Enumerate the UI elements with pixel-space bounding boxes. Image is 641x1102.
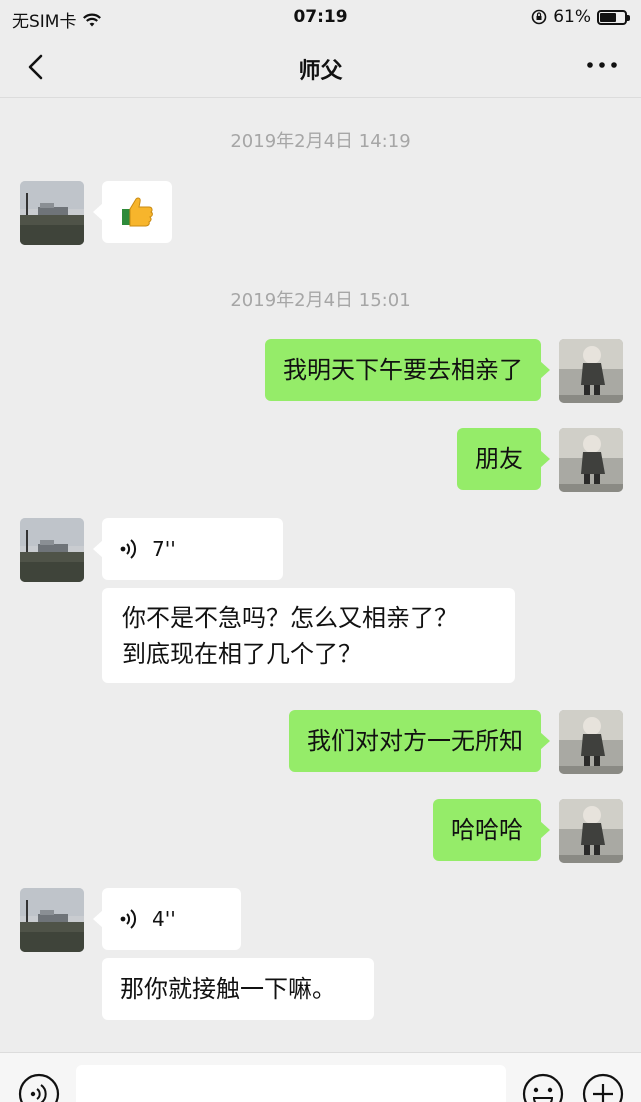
user-avatar[interactable] xyxy=(559,339,623,403)
contact-avatar[interactable] xyxy=(20,518,84,582)
timestamp: 2019年2月4日 14:19 xyxy=(230,131,411,152)
message-bubble-incoming[interactable]: 那你就接触一下嘛。 xyxy=(102,958,374,1020)
contact-avatar[interactable] xyxy=(20,888,84,952)
voice-duration: 7'' xyxy=(152,537,176,561)
thumbs-up-icon xyxy=(122,197,153,227)
user-avatar[interactable] xyxy=(559,428,623,492)
message-line: 你不是不急吗？怎么又相亲了？ xyxy=(122,604,458,632)
plus-icon[interactable] xyxy=(582,1073,624,1102)
status-bar: 无SIM卡 07:19 61% xyxy=(0,0,641,36)
voice-input-icon[interactable] xyxy=(18,1073,60,1102)
message-input[interactable] xyxy=(76,1065,506,1102)
message-line: 到底现在相了几个了？ xyxy=(122,640,362,668)
message-bubble-incoming[interactable] xyxy=(93,181,172,243)
lock-rotation-icon xyxy=(531,9,547,25)
battery-percent: 61% xyxy=(553,7,591,27)
voice-message: 4'' xyxy=(120,900,223,938)
battery-icon xyxy=(597,9,630,25)
message-bubble-outgoing[interactable]: 哈哈哈 xyxy=(433,799,550,861)
chat-title: 师父 xyxy=(298,59,343,84)
voice-duration: 4'' xyxy=(152,907,176,931)
message-bubble-outgoing[interactable]: 我明天下午要去相亲了 xyxy=(265,339,550,401)
contact-avatar[interactable] xyxy=(20,181,84,245)
voice-icon xyxy=(120,909,137,929)
more-icon[interactable] xyxy=(585,60,619,70)
input-bar xyxy=(0,1052,641,1102)
message-bubble-outgoing[interactable]: 我们对对方一无所知 xyxy=(289,710,550,772)
voice-icon xyxy=(120,539,137,559)
voice-message: 7'' xyxy=(120,530,265,568)
voice-message-bubble[interactable]: 7'' xyxy=(93,518,283,580)
user-avatar[interactable] xyxy=(559,799,623,863)
status-right: 61% xyxy=(531,7,630,27)
emoji-icon[interactable] xyxy=(522,1073,564,1102)
message-bubble-outgoing[interactable]: 朋友 xyxy=(457,428,550,490)
timestamp: 2019年2月4日 15:01 xyxy=(230,290,411,311)
user-avatar[interactable] xyxy=(559,710,623,774)
nav-bar: 师父 xyxy=(0,36,641,98)
voice-message-bubble[interactable]: 4'' xyxy=(93,888,241,950)
message-bubble-incoming[interactable]: 你不是不急吗？怎么又相亲了？ 到底现在相了几个了？ xyxy=(102,588,515,683)
